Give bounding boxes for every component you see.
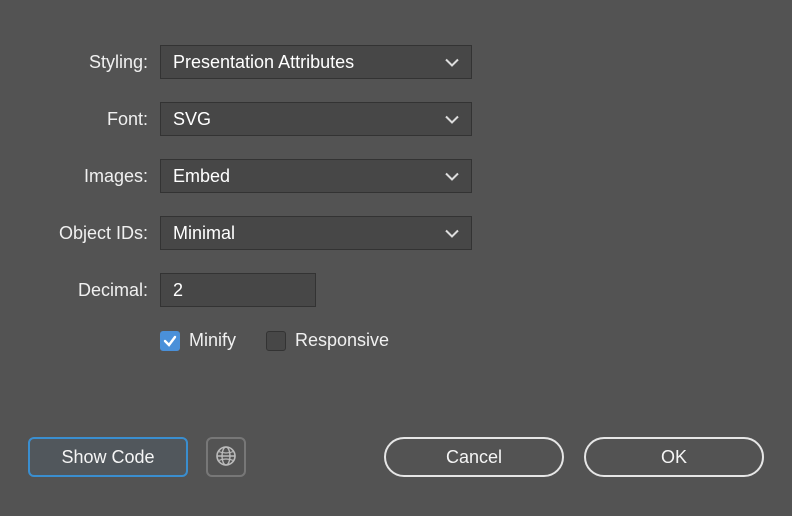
globe-icon xyxy=(215,445,237,470)
label-styling: Styling: xyxy=(0,52,160,73)
checkbox-responsive-box xyxy=(266,331,286,351)
select-font-value: SVG xyxy=(173,109,211,130)
select-object-ids[interactable]: Minimal xyxy=(160,216,472,250)
checkbox-responsive[interactable]: Responsive xyxy=(266,330,389,351)
row-object-ids: Object IDs: Minimal xyxy=(0,216,792,250)
select-images[interactable]: Embed xyxy=(160,159,472,193)
select-font[interactable]: SVG xyxy=(160,102,472,136)
chevron-down-icon xyxy=(445,166,459,187)
checkbox-minify-box xyxy=(160,331,180,351)
chevron-down-icon xyxy=(445,109,459,130)
label-decimal: Decimal: xyxy=(0,280,160,301)
input-decimal[interactable] xyxy=(160,273,316,307)
row-font: Font: SVG xyxy=(0,102,792,136)
checkbox-responsive-label: Responsive xyxy=(295,330,389,351)
chevron-down-icon xyxy=(445,223,459,244)
select-styling-value: Presentation Attributes xyxy=(173,52,354,73)
web-preview-button[interactable] xyxy=(206,437,246,477)
checkbox-row: Minify Responsive xyxy=(160,330,792,351)
label-images: Images: xyxy=(0,166,160,187)
row-styling: Styling: Presentation Attributes xyxy=(0,45,792,79)
row-decimal: Decimal: xyxy=(0,273,792,307)
checkbox-minify[interactable]: Minify xyxy=(160,330,236,351)
select-images-value: Embed xyxy=(173,166,230,187)
label-font: Font: xyxy=(0,109,160,130)
label-object-ids: Object IDs: xyxy=(0,223,160,244)
svg-export-options-form: Styling: Presentation Attributes Font: S… xyxy=(0,0,792,351)
select-object-ids-value: Minimal xyxy=(173,223,235,244)
ok-button[interactable]: OK xyxy=(584,437,764,477)
chevron-down-icon xyxy=(445,52,459,73)
show-code-button[interactable]: Show Code xyxy=(28,437,188,477)
dialog-footer: Show Code Cancel OK xyxy=(0,422,792,516)
row-images: Images: Embed xyxy=(0,159,792,193)
checkbox-minify-label: Minify xyxy=(189,330,236,351)
select-styling[interactable]: Presentation Attributes xyxy=(160,45,472,79)
cancel-button[interactable]: Cancel xyxy=(384,437,564,477)
